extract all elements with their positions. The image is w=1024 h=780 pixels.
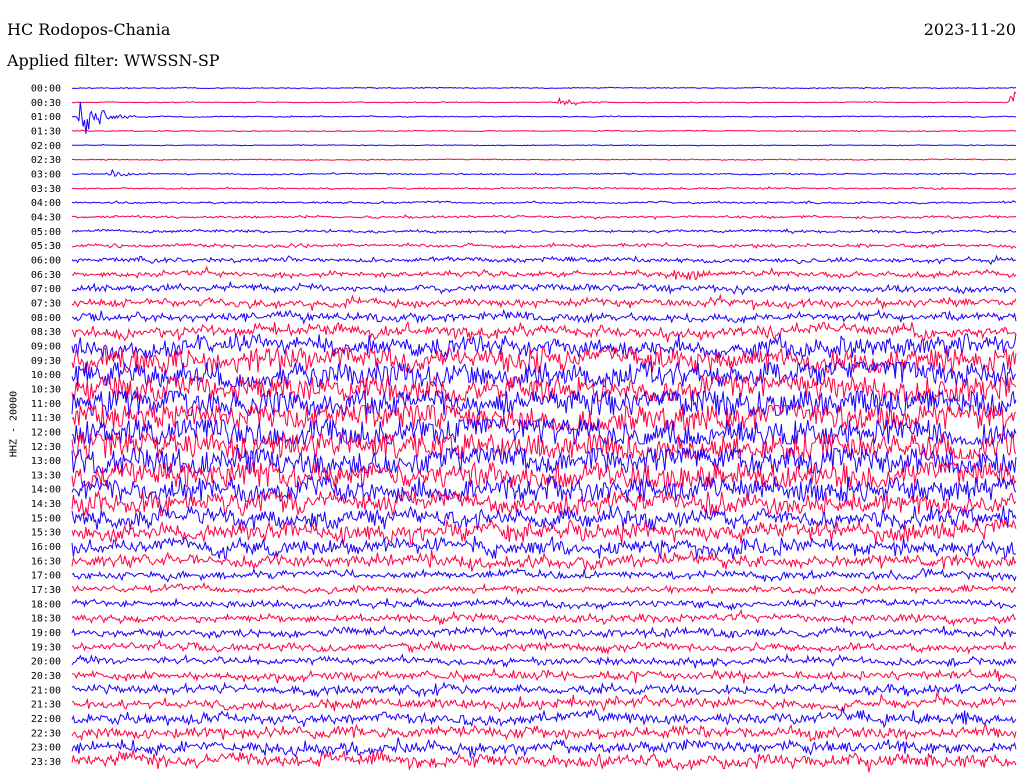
trace-0400: [71, 200, 1017, 205]
trace-0130: [72, 129, 1017, 133]
trace-0100: [71, 101, 1017, 134]
trace-1730: [71, 581, 1017, 596]
trace-1200: [71, 417, 1017, 446]
trace-0030: [71, 91, 1017, 106]
time-label: 08:00: [31, 313, 61, 324]
time-label: 23:30: [31, 757, 61, 768]
trace-2330: [71, 749, 1017, 773]
trace-2100: [71, 681, 1017, 699]
time-label: 21:00: [31, 685, 61, 696]
time-label: 04:00: [31, 198, 61, 209]
time-label: 15:00: [31, 513, 61, 524]
time-label: 22:30: [31, 728, 61, 739]
time-label: 19:30: [31, 642, 61, 653]
trace-0630: [71, 265, 1017, 281]
time-label: 06:00: [31, 256, 61, 267]
trace-0730: [71, 293, 1017, 311]
time-label: 11:30: [31, 413, 61, 424]
time-label: 02:00: [31, 141, 61, 152]
helicorder-chart: 00:00 00:30 01:00 01:30 02:00 02:30 03:00 03:30…: [31, 84, 1017, 773]
time-label: 02:30: [31, 155, 61, 166]
trace-0200: [71, 143, 1017, 147]
time-label: 19:00: [31, 628, 61, 639]
trace-1700: [71, 567, 1017, 583]
time-label: 05:30: [31, 241, 61, 252]
trace-0530: [71, 241, 1017, 250]
time-label: 10:00: [31, 370, 61, 381]
time-label: 18:00: [31, 599, 61, 610]
trace-2030: [71, 667, 1017, 684]
trace-1430: [71, 489, 1017, 517]
time-label: 15:30: [31, 528, 61, 539]
time-label: 12:30: [31, 442, 61, 453]
trace-0800: [71, 308, 1017, 325]
trace-0830: [71, 320, 1017, 343]
trace-2230: [71, 722, 1017, 743]
time-label: 09:00: [31, 341, 61, 352]
time-label: 11:00: [31, 399, 61, 410]
time-label: 00:30: [31, 98, 61, 109]
trace-1130: [71, 403, 1017, 432]
time-label: 13:30: [31, 470, 61, 481]
time-label: 03:00: [31, 170, 61, 181]
trace-2300: [71, 737, 1017, 758]
time-label: 04:30: [31, 213, 61, 224]
time-label: 01:30: [31, 127, 61, 138]
time-label: 07:00: [31, 284, 61, 295]
trace-1930: [72, 639, 1017, 656]
time-label: 14:30: [31, 499, 61, 510]
time-label: 18:30: [31, 614, 61, 625]
trace-1900: [71, 625, 1017, 640]
time-label: 16:00: [31, 542, 61, 553]
time-label: 06:30: [31, 270, 61, 281]
time-label: 14:00: [31, 485, 61, 496]
time-label: 23:00: [31, 743, 61, 754]
time-label: 05:00: [31, 227, 61, 238]
trace-0500: [71, 228, 1017, 235]
time-label: 20:00: [31, 657, 61, 668]
time-label: 03:30: [31, 184, 61, 195]
trace-2200: [71, 707, 1017, 729]
time-label: 08:30: [31, 327, 61, 338]
trace-1500: [71, 504, 1017, 531]
trace-0900: [71, 332, 1017, 360]
trace-2000: [71, 652, 1017, 669]
time-label: 16:30: [31, 556, 61, 567]
time-label: 20:30: [31, 671, 61, 682]
time-label: 17:00: [31, 571, 61, 582]
time-label: 13:00: [31, 456, 61, 467]
trace-0430: [71, 214, 1017, 220]
trace-group: [71, 86, 1017, 773]
time-label: 10:30: [31, 384, 61, 395]
trace-0330: [71, 186, 1017, 191]
time-label: 09:30: [31, 356, 61, 367]
time-label: 17:30: [31, 585, 61, 596]
trace-0000: [71, 86, 1017, 90]
time-label: 00:00: [31, 84, 61, 95]
trace-0300: [71, 168, 1017, 178]
time-label: 07:30: [31, 298, 61, 309]
trace-0230: [71, 158, 1017, 162]
time-label: 01:00: [31, 112, 61, 123]
trace-1530: [71, 518, 1017, 546]
trace-1630: [71, 549, 1017, 572]
trace-2130: [71, 691, 1017, 713]
trace-0700: [71, 280, 1017, 296]
time-label: 12:00: [31, 427, 61, 438]
time-label: 22:00: [31, 714, 61, 725]
trace-1800: [71, 596, 1017, 612]
trace-0600: [71, 254, 1017, 266]
trace-1830: [71, 608, 1017, 627]
time-label: 21:30: [31, 700, 61, 711]
time-label-group: 00:00 00:30 01:00 01:30 02:00 02:30 03:00 03:30…: [31, 84, 61, 769]
